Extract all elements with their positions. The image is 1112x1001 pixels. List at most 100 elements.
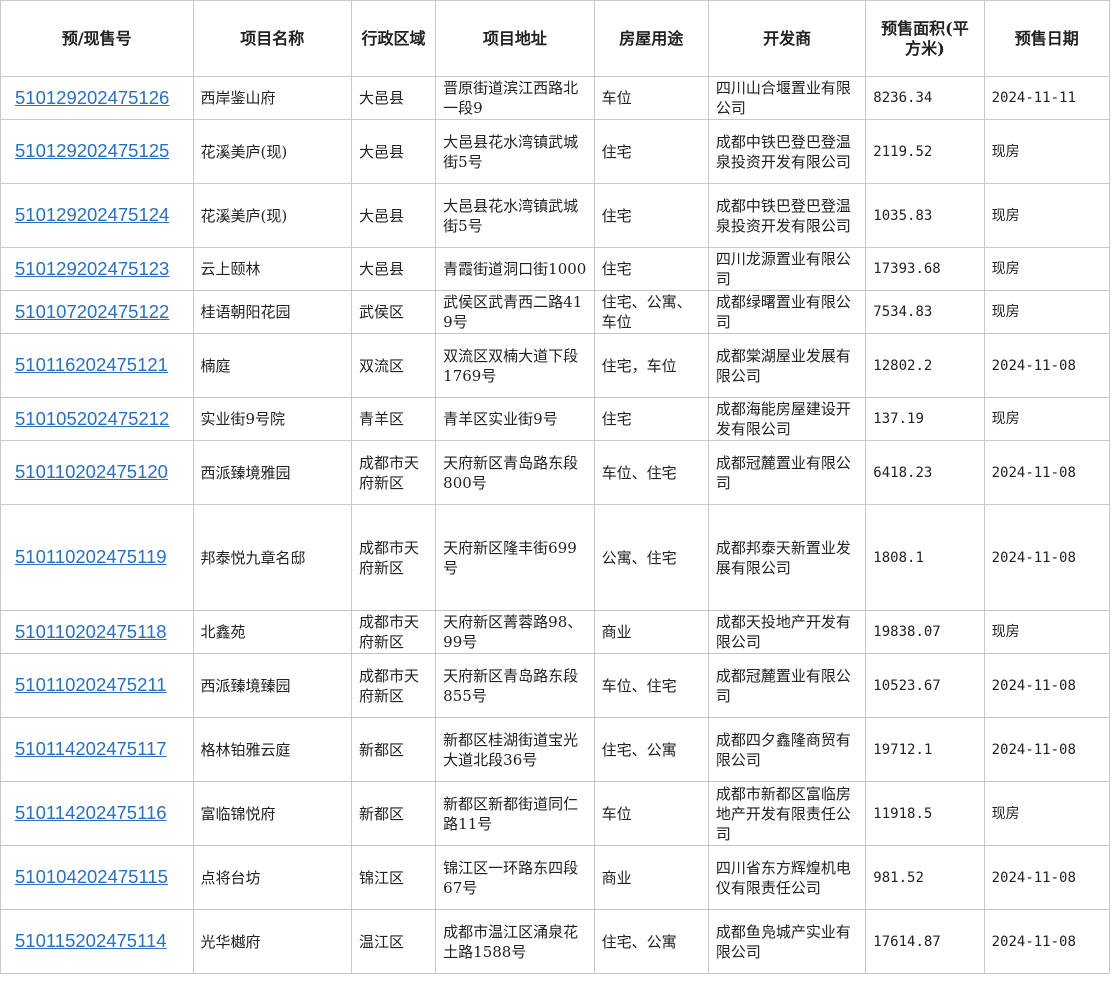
presale-id-link[interactable]: 510110202475211 (15, 674, 167, 695)
presale-id-link[interactable]: 510105202475212 (15, 408, 169, 429)
district-cell: 大邑县 (350, 119, 437, 184)
district-cell: 成都市天府新区 (350, 504, 437, 611)
presale-id-link[interactable]: 510107202475122 (15, 301, 169, 322)
table-row: 510110202475118 北鑫苑 成都市天府新区 天府新区菁蓉路98、99号 商业… (0, 610, 1111, 654)
district-cell: 双流区 (350, 333, 437, 398)
developer-cell: 成都海能房屋建设开发有限公司 (707, 397, 867, 441)
developer-cell: 成都棠湖屋业发展有限公司 (707, 333, 867, 398)
presale-id-cell: 510115202475114 (0, 909, 194, 974)
district-cell: 新都区 (350, 781, 437, 846)
district-cell: 成都市天府新区 (350, 653, 437, 718)
usage-cell: 住宅 (593, 119, 709, 184)
address-cell: 锦江区一环路东四段67号 (435, 845, 595, 910)
presale-date-cell: 2024-11-11 (983, 76, 1111, 120)
table-row: 510110202475120 西派臻境雅园 成都市天府新区 天府新区青岛路东段800… (0, 440, 1111, 505)
address-cell: 天府新区菁蓉路98、99号 (435, 610, 595, 654)
project-name-cell: 格林铂雅云庭 (192, 717, 352, 782)
project-name-cell: 光华樾府 (192, 909, 352, 974)
presale-id-cell: 510110202475211 (0, 653, 194, 718)
presale-id-link[interactable]: 510115202475114 (15, 930, 167, 951)
usage-cell: 商业 (593, 845, 709, 910)
district-cell: 锦江区 (350, 845, 437, 910)
table-row: 510114202475116 富临锦悦府 新都区 新都区新都街道同仁路11号 车位 成都… (0, 781, 1111, 846)
presale-id-cell: 510129202475125 (0, 119, 194, 184)
project-name-cell: 楠庭 (192, 333, 352, 398)
project-name-cell: 云上颐林 (192, 247, 352, 291)
project-name-cell: 花溪美庐(现) (192, 119, 352, 184)
table-row: 510129202475123 云上颐林 大邑县 青霞街道洞口街1000 住宅 四川龙源置… (0, 247, 1111, 291)
presale-id-link[interactable]: 510114202475117 (15, 738, 167, 759)
presale-area-cell: 17614.87 (865, 909, 985, 974)
project-name-cell: 北鑫苑 (192, 610, 352, 654)
address-cell: 青霞街道洞口街1000 (435, 247, 595, 291)
col-header-developer: 开发商 (707, 0, 867, 77)
presale-area-cell: 19712.1 (865, 717, 985, 782)
address-cell: 武侯区武青西二路419号 (435, 290, 595, 334)
table-row: 510129202475124 花溪美庐(现) 大邑县 大邑县花水湾镇武城街5号 住宅成… (0, 183, 1111, 248)
table-row: 510110202475119 邦泰悦九章名邸 成都市天府新区 天府新区隆丰街699号… (0, 504, 1111, 611)
usage-cell: 住宅、公寓 (593, 909, 709, 974)
presale-id-link[interactable]: 510104202475115 (15, 866, 168, 887)
presale-area-cell: 8236.34 (865, 76, 985, 120)
table-row: 510116202475121 楠庭 双流区 双流区双楠大道下段1769号 住宅，车位成… (0, 333, 1111, 398)
address-cell: 青羊区实业街9号 (435, 397, 595, 441)
col-header-district: 行政区域 (350, 0, 437, 77)
col-header-usage: 房屋用途 (593, 0, 709, 77)
presale-date-cell: 现房 (983, 183, 1111, 248)
presale-area-cell: 19838.07 (865, 610, 985, 654)
presale-id-cell: 510114202475117 (0, 717, 194, 782)
presale-date-cell: 现房 (983, 119, 1111, 184)
col-header-area: 预售面积(平方米) (865, 0, 985, 77)
project-name-cell: 西派臻境雅园 (192, 440, 352, 505)
developer-cell: 成都四夕鑫隆商贸有限公司 (707, 717, 867, 782)
presale-area-cell: 2119.52 (865, 119, 985, 184)
presale-area-cell: 17393.68 (865, 247, 985, 291)
presale-area-cell: 1808.1 (865, 504, 985, 611)
presale-id-link[interactable]: 510129202475123 (15, 258, 169, 279)
presale-id-link[interactable]: 510129202475125 (15, 140, 169, 161)
table-row: 510129202475126 西岸鉴山府 大邑县 晋原街道滨江西路北一段9 车位 四川山… (0, 76, 1111, 120)
presale-id-link[interactable]: 510110202475119 (15, 546, 167, 567)
presale-id-cell: 510110202475119 (0, 504, 194, 611)
address-cell: 天府新区青岛路东段800号 (435, 440, 595, 505)
presale-id-link[interactable]: 510110202475120 (15, 461, 168, 482)
developer-cell: 成都鱼凫城产实业有限公司 (707, 909, 867, 974)
presale-id-cell: 510116202475121 (0, 333, 194, 398)
presale-date-cell: 现房 (983, 397, 1111, 441)
presale-date-cell: 2024-11-08 (983, 909, 1111, 974)
usage-cell: 住宅，车位 (593, 333, 709, 398)
table-row: 510107202475122 桂语朝阳花园 武侯区 武侯区武青西二路419号 住宅、公… (0, 290, 1111, 334)
district-cell: 成都市天府新区 (350, 440, 437, 505)
presale-id-cell: 510129202475124 (0, 183, 194, 248)
presale-id-link[interactable]: 510129202475124 (15, 204, 169, 225)
presale-id-cell: 510110202475118 (0, 610, 194, 654)
project-name-cell: 实业街9号院 (192, 397, 352, 441)
usage-cell: 住宅 (593, 397, 709, 441)
project-name-cell: 桂语朝阳花园 (192, 290, 352, 334)
col-header-date: 预售日期 (983, 0, 1111, 77)
presale-id-cell: 510105202475212 (0, 397, 194, 441)
usage-cell: 住宅、公寓 (593, 717, 709, 782)
presale-date-cell: 2024-11-08 (983, 717, 1111, 782)
presale-area-cell: 12802.2 (865, 333, 985, 398)
presale-id-link[interactable]: 510116202475121 (15, 354, 168, 375)
district-cell: 温江区 (350, 909, 437, 974)
address-cell: 天府新区隆丰街699号 (435, 504, 595, 611)
project-name-cell: 点将台坊 (192, 845, 352, 910)
developer-cell: 成都市新都区富临房地产开发有限责任公司 (707, 781, 867, 846)
project-name-cell: 富临锦悦府 (192, 781, 352, 846)
district-cell: 武侯区 (350, 290, 437, 334)
presale-id-link[interactable]: 510129202475126 (15, 87, 169, 108)
presale-id-link[interactable]: 510114202475116 (15, 802, 167, 823)
district-cell: 大邑县 (350, 183, 437, 248)
developer-cell: 成都绿曙置业有限公司 (707, 290, 867, 334)
usage-cell: 住宅 (593, 183, 709, 248)
presale-id-cell: 510114202475116 (0, 781, 194, 846)
presale-table: 预/现售号 项目名称 行政区域 项目地址 房屋用途 开发商 预售面积(平方米) … (0, 0, 1111, 974)
presale-date-cell: 现房 (983, 610, 1111, 654)
developer-cell: 四川省东方辉煌机电仪有限责任公司 (707, 845, 867, 910)
col-header-name: 项目名称 (192, 0, 352, 77)
presale-id-link[interactable]: 510110202475118 (15, 621, 167, 642)
district-cell: 大邑县 (350, 247, 437, 291)
usage-cell: 车位 (593, 781, 709, 846)
